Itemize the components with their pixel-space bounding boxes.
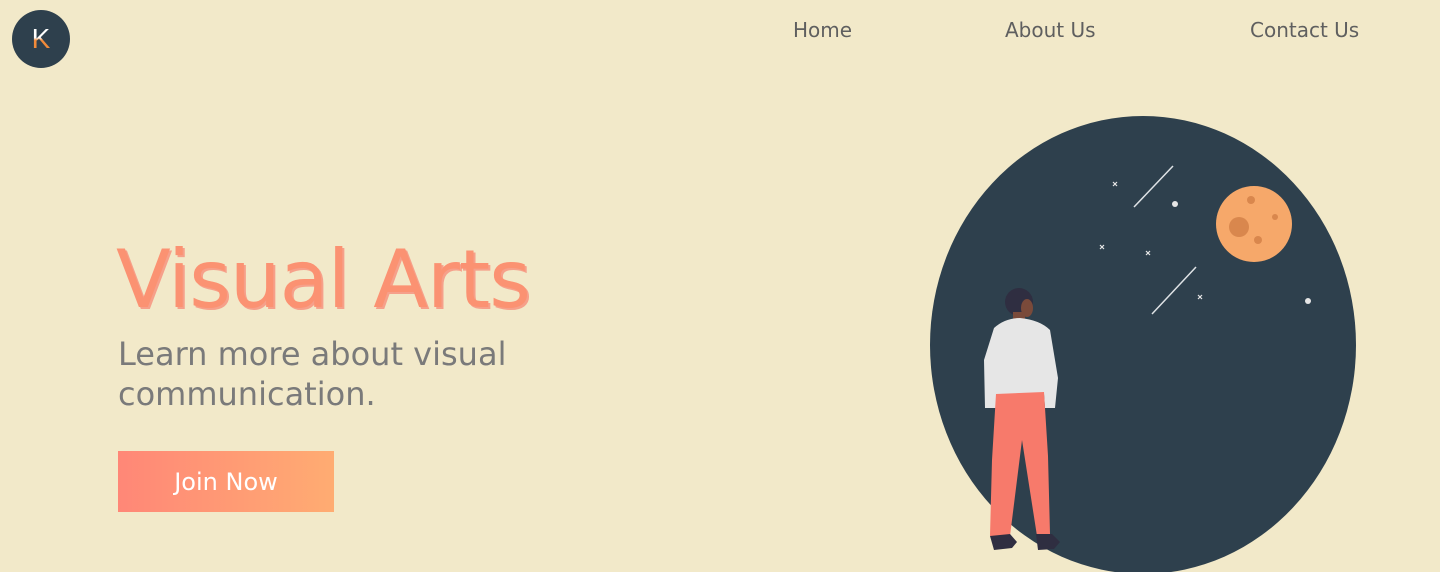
join-now-button[interactable]: Join Now (118, 451, 334, 512)
nav-home-link[interactable]: Home (793, 18, 852, 42)
nav-contact-link[interactable]: Contact Us (1250, 18, 1359, 42)
landing-page: K Home About Us Contact Us Visual Arts L… (0, 0, 1440, 572)
moon-icon (1216, 186, 1292, 262)
main-nav: Home About Us Contact Us (0, 18, 1440, 44)
hero-subtitle: Learn more about visual communication. (118, 335, 507, 413)
star-dot (1305, 298, 1311, 304)
person-looking-at-moon-illustration (930, 116, 1356, 572)
nav-about-link[interactable]: About Us (1005, 18, 1096, 42)
star-dot (1172, 201, 1178, 207)
hero-title: Visual Arts (116, 233, 531, 326)
